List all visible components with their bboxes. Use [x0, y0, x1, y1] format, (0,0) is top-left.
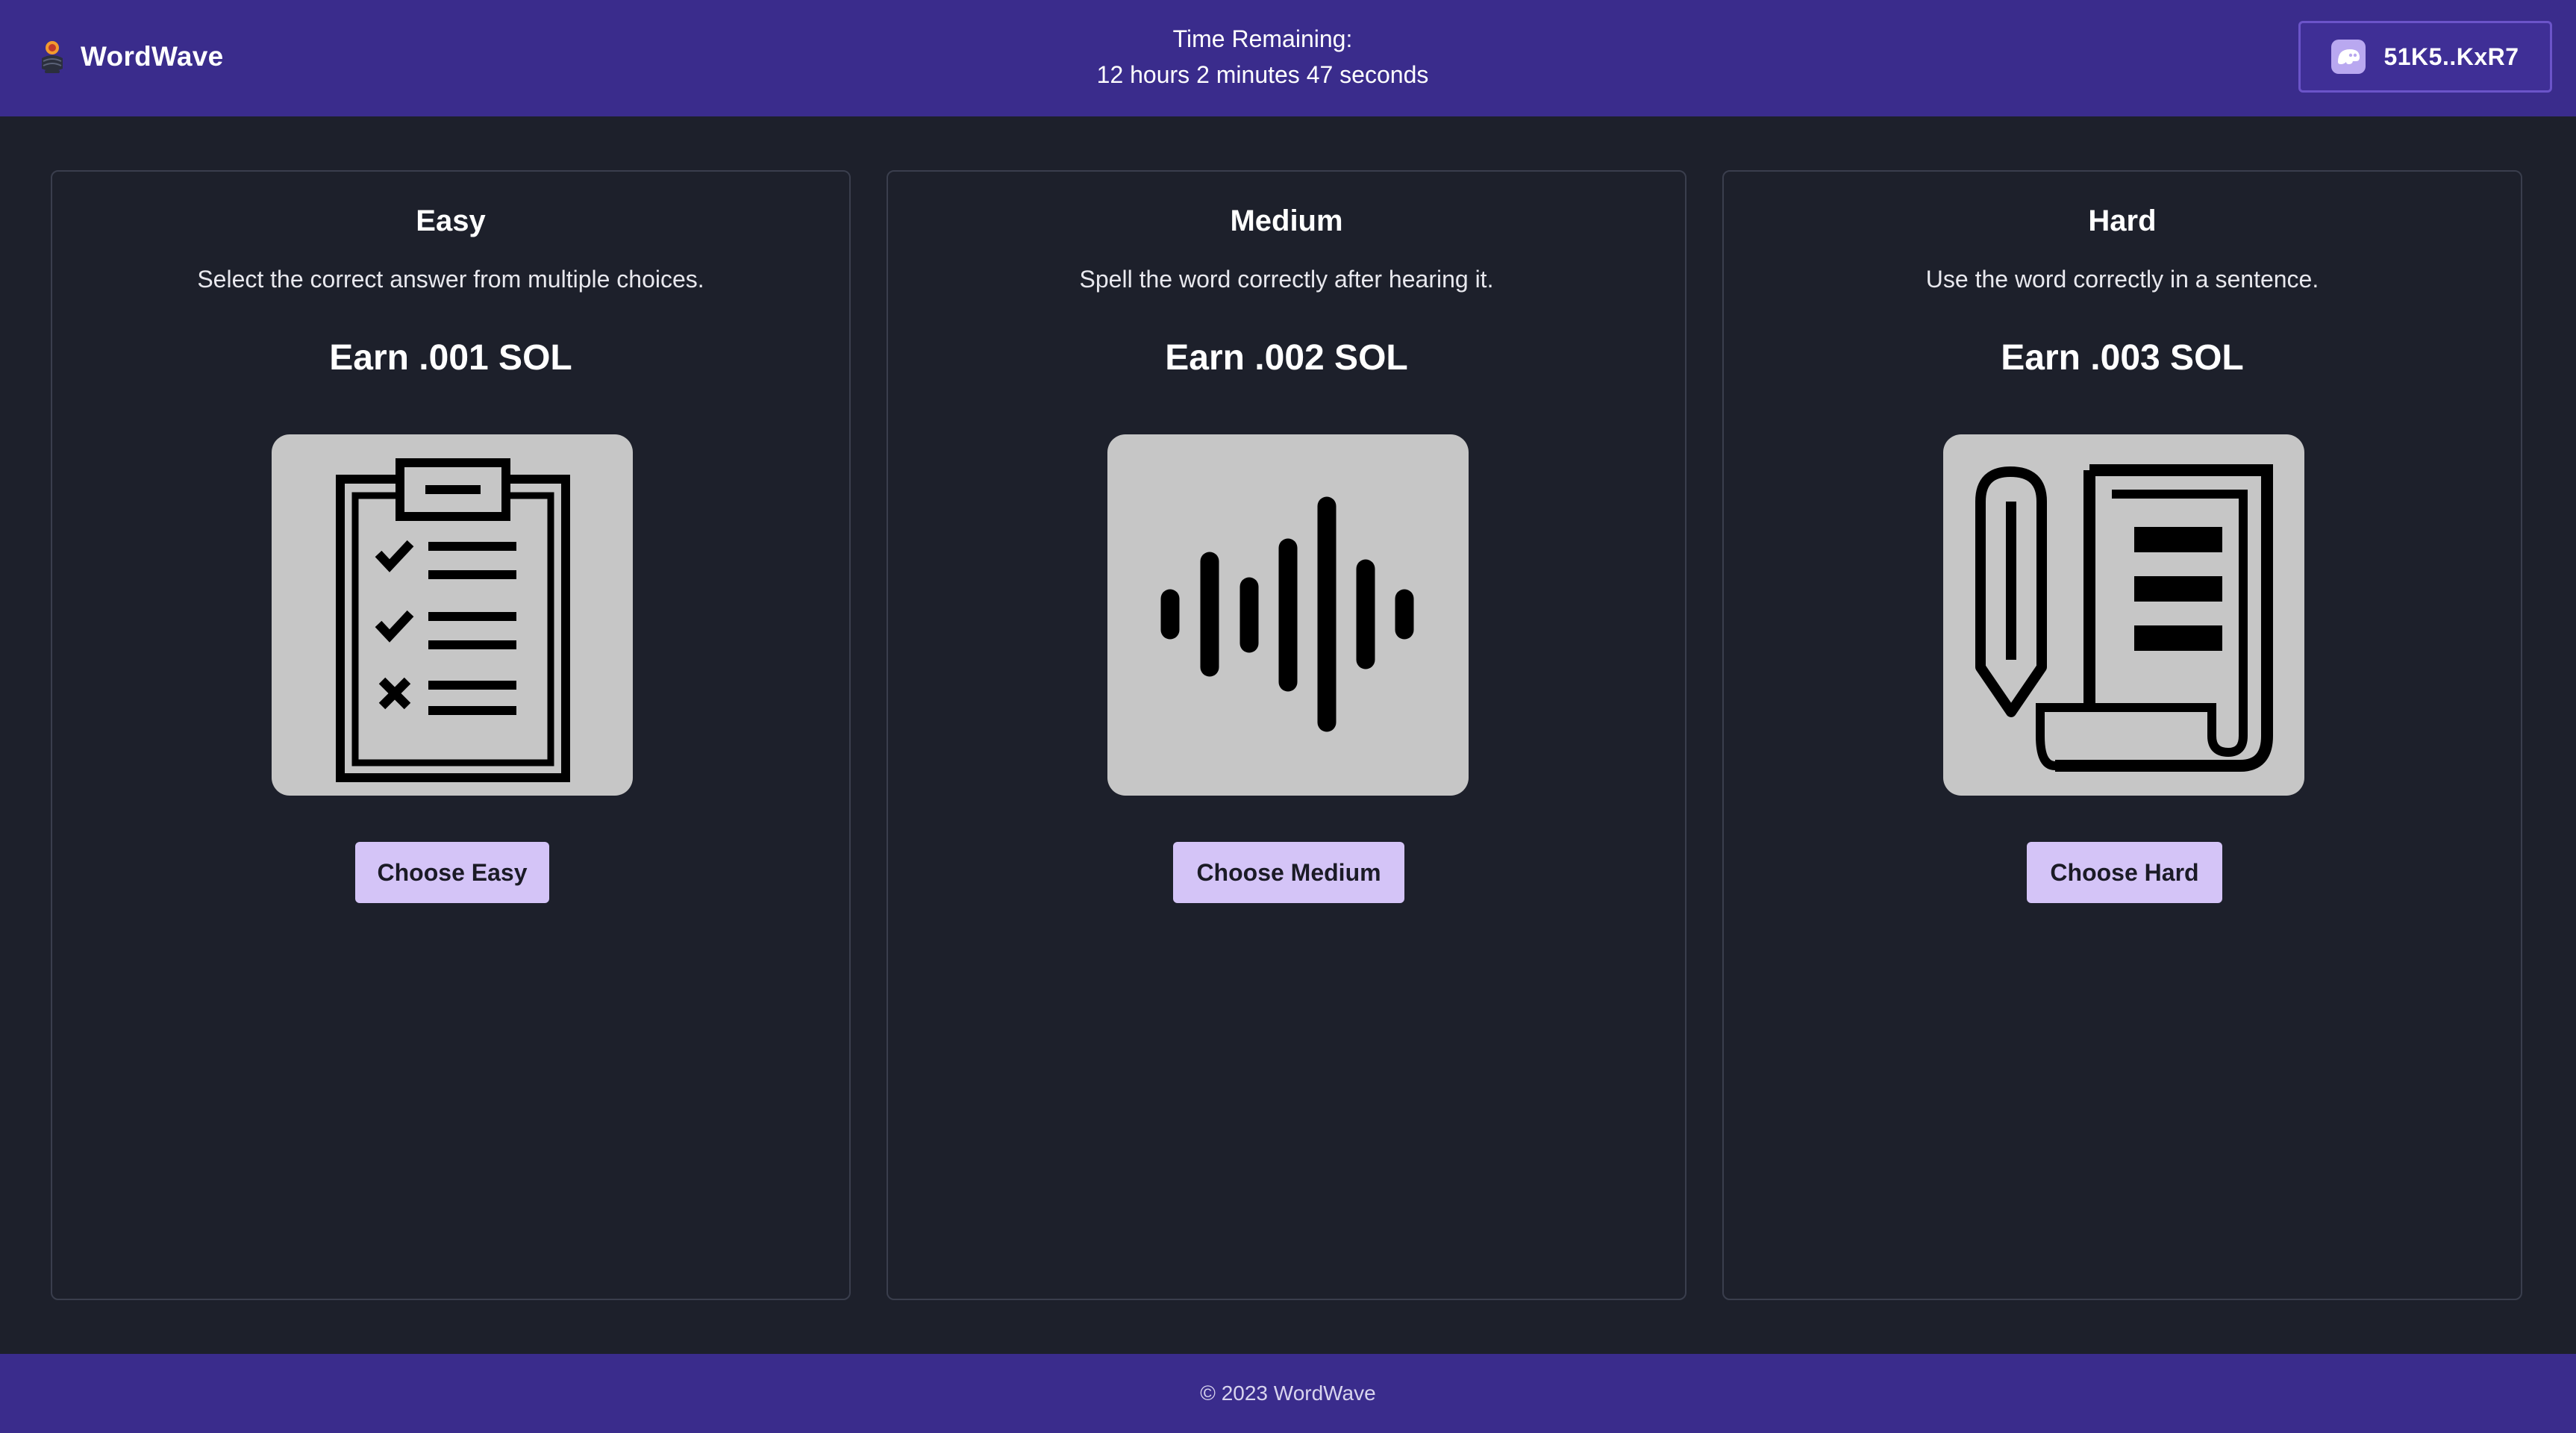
level-card-hard: Hard Use the word correctly in a sentenc…	[1722, 170, 2522, 1300]
level-description: Select the correct answer from multiple …	[197, 266, 704, 293]
level-illustration	[1107, 434, 1469, 796]
clipboard-checklist-icon	[336, 458, 570, 782]
level-illustration	[1943, 434, 2304, 796]
level-title: Hard	[2088, 205, 2157, 237]
choose-hard-button[interactable]: Choose Hard	[2027, 842, 2222, 903]
level-reward: Earn .003 SOL	[2001, 338, 2244, 378]
level-title: Easy	[416, 205, 486, 237]
copyright-text: © 2023 WordWave	[1200, 1382, 1376, 1405]
wallet-button[interactable]: 51K5..KxR7	[2298, 21, 2552, 93]
countdown-timer: Time Remaining: 12 hours 2 minutes 47 se…	[890, 21, 1636, 93]
choose-easy-button[interactable]: Choose Easy	[355, 842, 549, 903]
choose-medium-button[interactable]: Choose Medium	[1173, 842, 1404, 903]
phantom-wallet-icon	[2331, 40, 2366, 74]
level-description: Use the word correctly in a sentence.	[1925, 266, 2319, 293]
level-card-medium: Medium Spell the word correctly after he…	[887, 170, 1686, 1300]
timer-value: 12 hours 2 minutes 47 seconds	[1096, 61, 1429, 88]
level-reward: Earn .002 SOL	[1165, 338, 1408, 378]
pencil-scroll-icon	[1975, 464, 2273, 772]
level-description: Spell the word correctly after hearing i…	[1079, 266, 1494, 293]
wallet-address: 51K5..KxR7	[2383, 43, 2519, 70]
brand[interactable]: WordWave	[36, 36, 224, 78]
level-card-easy: Easy Select the correct answer from mult…	[51, 170, 851, 1300]
level-reward: Earn .001 SOL	[329, 338, 572, 378]
page: WordWave Time Remaining: 12 hours 2 minu…	[0, 0, 2576, 1433]
level-title: Medium	[1230, 205, 1343, 237]
timer-label: Time Remaining:	[1172, 25, 1353, 52]
level-illustration	[272, 434, 633, 796]
footer: © 2023 WordWave	[0, 1354, 2576, 1433]
brand-name: WordWave	[81, 41, 224, 72]
wordwave-logo-icon	[42, 41, 63, 73]
top-nav-bar: WordWave Time Remaining: 12 hours 2 minu…	[0, 0, 2576, 116]
sound-wave-icon	[1160, 496, 1414, 732]
